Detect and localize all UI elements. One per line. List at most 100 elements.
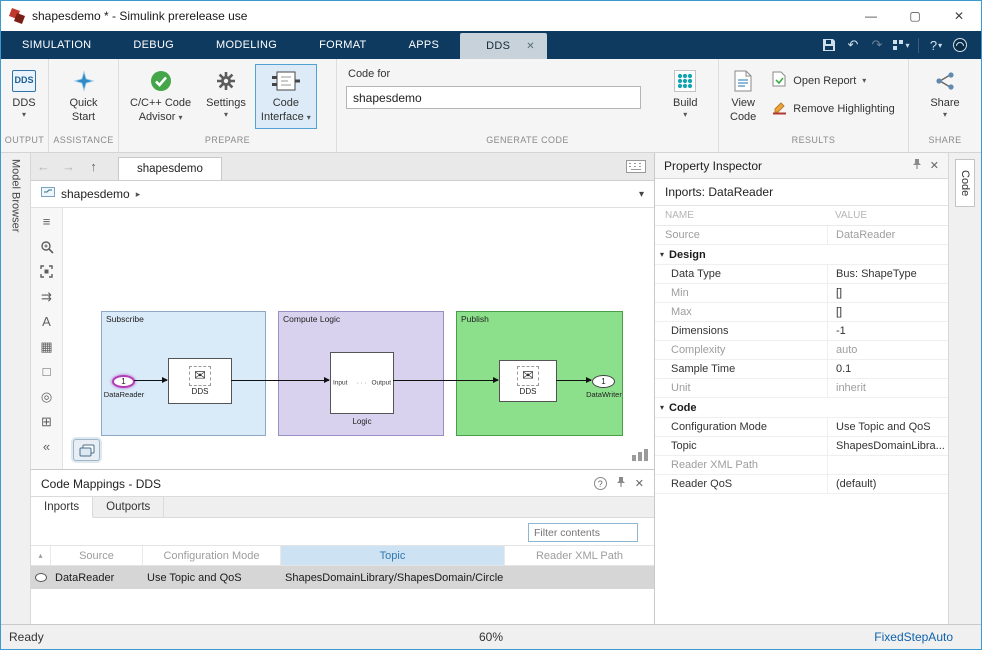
maximize-button[interactable]: ▢ [893, 1, 937, 31]
datareader-inport-label: DataReader [103, 390, 145, 399]
property-row-reader-qos[interactable]: Reader QoS (default) [655, 475, 948, 494]
back-icon[interactable]: ← [31, 153, 56, 180]
document-tab-shapesdemo[interactable]: shapesdemo [118, 157, 222, 180]
remove-highlighting-button[interactable]: Remove Highlighting [768, 97, 899, 121]
tab-dds[interactable]: DDS ✕ [460, 33, 547, 59]
ribbon-group-generate: Code for Build ▾ GENERATE CODE [337, 59, 719, 152]
dropdown-caret-icon: ▾ [905, 40, 910, 50]
column-reader-xml-path[interactable]: Reader XML Path [505, 546, 654, 565]
tab-format[interactable]: FORMAT [298, 31, 387, 59]
close-button[interactable]: ✕ [937, 1, 981, 31]
property-row-dimensions[interactable]: Dimensions -1 [655, 322, 948, 341]
tab-inports[interactable]: Inports [31, 497, 94, 518]
breadcrumb-model-name[interactable]: shapesdemo [61, 187, 130, 201]
property-row-min[interactable]: Min [] [655, 284, 948, 303]
minimize-button[interactable]: — [849, 1, 893, 31]
datareader-inport-block[interactable]: 1 [112, 375, 135, 388]
customize-toolbar-icon[interactable]: ▾ [890, 34, 912, 56]
tab-simulation[interactable]: SIMULATION [1, 31, 112, 59]
view-code-button[interactable]: View Code [724, 64, 762, 129]
share-button[interactable]: Share ▾ [924, 64, 965, 125]
property-row-configuration-mode[interactable]: Configuration Mode Use Topic and QoS [655, 418, 948, 437]
pin-icon[interactable] [616, 476, 626, 491]
ribbon-tab-strip: SIMULATION DEBUG MODELING FORMAT APPS DD… [1, 31, 981, 59]
close-panel-icon[interactable]: ✕ [930, 159, 939, 172]
publish-dds-block[interactable]: ✉ DDS [499, 360, 557, 402]
compute-logic-area[interactable]: Compute Logic Input ··· Output Logic [278, 311, 444, 436]
forward-icon[interactable]: → [56, 153, 81, 180]
subscribe-area[interactable]: Subscribe 1 DataReader ✉ DDS [101, 311, 266, 436]
share-icon [934, 68, 956, 94]
property-row-max[interactable]: Max [] [655, 303, 948, 322]
viewmark-icon[interactable]: ◎ [37, 388, 57, 405]
chevron-down-icon: ▾ [660, 250, 665, 259]
datawriter-outport-block[interactable]: 1 [592, 375, 615, 388]
zoom-in-icon[interactable] [37, 238, 57, 255]
quick-start-button[interactable]: Quick Start [63, 64, 103, 129]
property-row-reader-xml-path[interactable]: Reader XML Path [655, 456, 948, 475]
model-icon [41, 185, 55, 203]
help-circle-icon[interactable]: ? [593, 477, 607, 490]
close-panel-icon[interactable]: ✕ [635, 477, 644, 490]
perspectives-button[interactable] [73, 439, 100, 461]
redo-icon[interactable]: ↷ [866, 34, 888, 56]
property-row-sample-time[interactable]: Sample Time 0.1 [655, 360, 948, 379]
account-icon[interactable] [949, 34, 971, 56]
signal-wire[interactable] [556, 377, 592, 383]
sort-icon[interactable]: ▴ [38, 551, 42, 560]
build-button[interactable]: Build ▾ [667, 64, 703, 125]
column-topic[interactable]: Topic [281, 546, 505, 565]
property-row-unit[interactable]: Unit inherit [655, 379, 948, 398]
up-icon[interactable]: ↑ [81, 153, 106, 180]
pin-icon[interactable] [912, 158, 922, 173]
view-code-icon [734, 68, 752, 94]
tab-modeling[interactable]: MODELING [195, 31, 298, 59]
image-icon[interactable]: ▦ [37, 338, 57, 355]
undo-icon[interactable]: ↶ [842, 34, 864, 56]
keyboard-shortcuts-icon[interactable] [626, 153, 646, 180]
route-arrows-icon[interactable]: ⇉ [37, 288, 57, 305]
model-canvas[interactable]: Subscribe 1 DataReader ✉ DDS Compute Log… [63, 208, 654, 469]
property-row-complexity[interactable]: Complexity auto [655, 341, 948, 360]
property-row-topic[interactable]: Topic ShapesDomainLibra... [655, 437, 948, 456]
save-icon[interactable] [818, 34, 840, 56]
code-advisor-button[interactable]: C/C++ Code Advisor ▾ [124, 64, 197, 129]
canvas-resize-grip[interactable] [632, 449, 648, 461]
code-interface-button[interactable]: Code Interface ▾ [254, 64, 317, 129]
breadcrumb-dropdown-icon[interactable]: ▾ [639, 189, 644, 200]
publish-area[interactable]: Publish ✉ DDS 1 DataWriter [456, 311, 623, 436]
annotation-icon[interactable]: A [37, 313, 57, 330]
fit-to-view-icon[interactable] [37, 263, 57, 280]
table-row-datareader[interactable]: DataReader Use Topic and QoS ShapesDomai… [31, 566, 654, 589]
property-row-source[interactable]: Source DataReader [655, 226, 948, 245]
dds-output-button[interactable]: DDS DDS ▾ [6, 64, 42, 125]
column-configuration-mode[interactable]: Configuration Mode [143, 546, 281, 565]
property-row-data-type[interactable]: Data Type Bus: ShapeType [655, 265, 948, 284]
grid-icon[interactable]: ⊞ [37, 413, 57, 430]
solver-link[interactable]: FixedStepAuto [874, 630, 981, 644]
logic-block[interactable]: Input ··· Output Logic [330, 352, 394, 426]
signal-wire[interactable] [134, 377, 168, 383]
filter-contents-input[interactable] [528, 523, 638, 542]
hamburger-icon[interactable]: ≡ [37, 213, 57, 230]
model-browser-tab[interactable]: Model Browser [10, 159, 22, 232]
code-side-tab[interactable]: Code [955, 159, 975, 208]
signal-wire[interactable] [231, 377, 330, 383]
window-controls: — ▢ ✕ [849, 1, 981, 31]
collapse-palette-icon[interactable]: « [37, 438, 57, 455]
code-for-model-input[interactable] [346, 86, 641, 109]
settings-button[interactable]: Settings ▾ [200, 64, 252, 125]
tab-close-icon[interactable]: ✕ [526, 41, 535, 52]
area-icon[interactable]: □ [37, 363, 57, 380]
section-design[interactable]: ▾ Design [655, 245, 948, 265]
open-report-button[interactable]: Open Report ▾ [768, 68, 899, 93]
tab-outports[interactable]: Outports [93, 497, 165, 517]
section-code[interactable]: ▾ Code [655, 398, 948, 418]
tab-apps[interactable]: APPS [388, 31, 461, 59]
signal-wire[interactable] [393, 377, 499, 383]
help-icon[interactable]: ? ▾ [925, 34, 947, 56]
subscribe-dds-block[interactable]: ✉ DDS [168, 358, 232, 404]
column-source[interactable]: Source [51, 546, 143, 565]
code-interface-icon [271, 68, 301, 94]
tab-debug[interactable]: DEBUG [112, 31, 195, 59]
